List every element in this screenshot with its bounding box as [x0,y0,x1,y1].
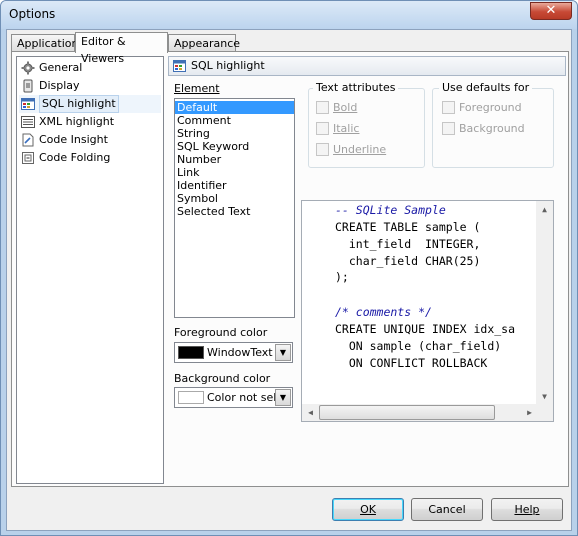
background-color-value: Color not sele [207,391,275,404]
code-insight-icon [22,133,34,147]
tab-appearance[interactable]: Appearance [168,34,240,52]
use-defaults-title: Use defaults for [439,81,533,94]
code-line: ON CONFLICT ROLLBACK [335,356,488,370]
italic-checkbox[interactable]: Italic [316,122,359,136]
nav-item-label: General [39,61,83,74]
cancel-button[interactable]: Cancel [411,498,483,521]
element-item-sql-keyword[interactable]: SQL Keyword [175,140,294,153]
nav-item-display[interactable]: Display [19,77,161,95]
close-icon: ✕ [545,3,557,18]
tab-application[interactable]: Application [11,34,78,52]
foreground-color-value: WindowText [207,346,273,359]
gear-icon [21,61,35,75]
nav-item-code-insight[interactable]: Code Insight [19,131,161,149]
element-item-number[interactable]: Number [175,153,294,166]
element-item-identifier[interactable]: Identifier [175,179,294,192]
dialog-client-area: Application Editor & Viewers Appearance [6,29,572,531]
background-dropdown-button[interactable]: ▼ [275,389,291,406]
text-attributes-group: Text attributes Bold Italic Underline [308,81,425,168]
code-line: CREATE TABLE sample ( [335,220,481,234]
nav-item-sql-highlight[interactable]: SQL highlight [19,95,161,113]
element-item-comment[interactable]: Comment [175,114,294,127]
help-button[interactable]: Help [491,498,563,521]
scroll-thumb[interactable] [319,405,495,420]
tab-page-editor-viewers: General Display SQL highlight XML highli… [11,51,569,487]
element-item-selected-text[interactable]: Selected Text [175,205,294,218]
sql-highlight-icon [21,98,35,110]
close-button[interactable]: ✕ [530,2,572,20]
scroll-up-icon[interactable]: ▲ [536,201,553,218]
code-line: char_field CHAR(25) [335,254,481,268]
ok-button[interactable]: OK [332,498,404,521]
title-bar[interactable]: Options ✕ [1,1,577,29]
scroll-down-icon[interactable]: ▼ [536,388,553,405]
scrollbar-corner [536,404,553,421]
sql-highlight-icon [173,60,186,72]
nav-item-label: Code Insight [39,133,108,146]
sql-preview-editor[interactable]: -- SQLite Sample CREATE TABLE sample ( i… [301,200,554,422]
foreground-color-combo[interactable]: WindowText ▼ [174,342,293,363]
use-defaults-group: Use defaults for Foreground Background [432,81,554,168]
element-item-link[interactable]: Link [175,166,294,179]
section-title: SQL highlight [191,59,265,72]
tab-editor-viewers[interactable]: Editor & Viewers [75,32,168,65]
nav-item-label: SQL highlight [39,95,119,113]
nav-item-code-folding[interactable]: Code Folding [19,149,161,167]
nav-item-label: XML highlight [39,115,115,128]
element-list[interactable]: Default Comment String SQL Keyword Numbe… [174,98,295,318]
window-title: Options [9,7,56,21]
preview-code-area[interactable]: -- SQLite Sample CREATE TABLE sample ( i… [302,201,538,405]
foreground-dropdown-button[interactable]: ▼ [275,344,291,361]
code-folding-icon [22,152,34,164]
foreground-color-swatch [178,346,204,359]
code-line: ); [335,270,349,284]
chevron-down-icon: ▼ [279,393,287,402]
underline-checkbox[interactable]: Underline [316,143,386,157]
text-attributes-title: Text attributes [313,81,399,94]
code-line: int_field INTEGER, [335,237,481,251]
options-window: Options ✕ Application Editor & Viewers A… [0,0,578,536]
foreground-color-label: Foreground color [174,326,268,339]
element-label: Element [174,82,220,95]
chevron-down-icon: ▼ [279,348,287,357]
section-header: SQL highlight [168,56,566,76]
code-line: -- SQLite Sample [335,203,446,217]
display-icon [23,79,33,93]
background-color-swatch [178,391,204,404]
nav-item-label: Code Folding [39,151,111,164]
element-item-string[interactable]: String [175,127,294,140]
nav-item-xml-highlight[interactable]: XML highlight [19,113,161,131]
preview-horizontal-scrollbar[interactable]: ◀ ▶ [302,404,538,421]
xml-highlight-icon [21,116,35,128]
background-default-checkbox[interactable]: Background [442,122,525,136]
options-category-list[interactable]: General Display SQL highlight XML highli… [16,56,164,484]
background-color-combo[interactable]: Color not sele ▼ [174,387,293,408]
preview-vertical-scrollbar[interactable]: ▲ ▼ [536,201,553,405]
nav-item-label: Display [39,79,80,92]
scroll-left-icon[interactable]: ◀ [302,404,319,421]
code-line: /* comments */ [335,305,432,319]
code-line: ON sample (char_field) [335,339,502,353]
code-line: CREATE UNIQUE INDEX idx_sa [335,322,516,336]
foreground-default-checkbox[interactable]: Foreground [442,101,522,115]
element-item-symbol[interactable]: Symbol [175,192,294,205]
bold-checkbox[interactable]: Bold [316,101,357,115]
background-color-label: Background color [174,372,271,385]
element-item-default[interactable]: Default [175,101,294,114]
